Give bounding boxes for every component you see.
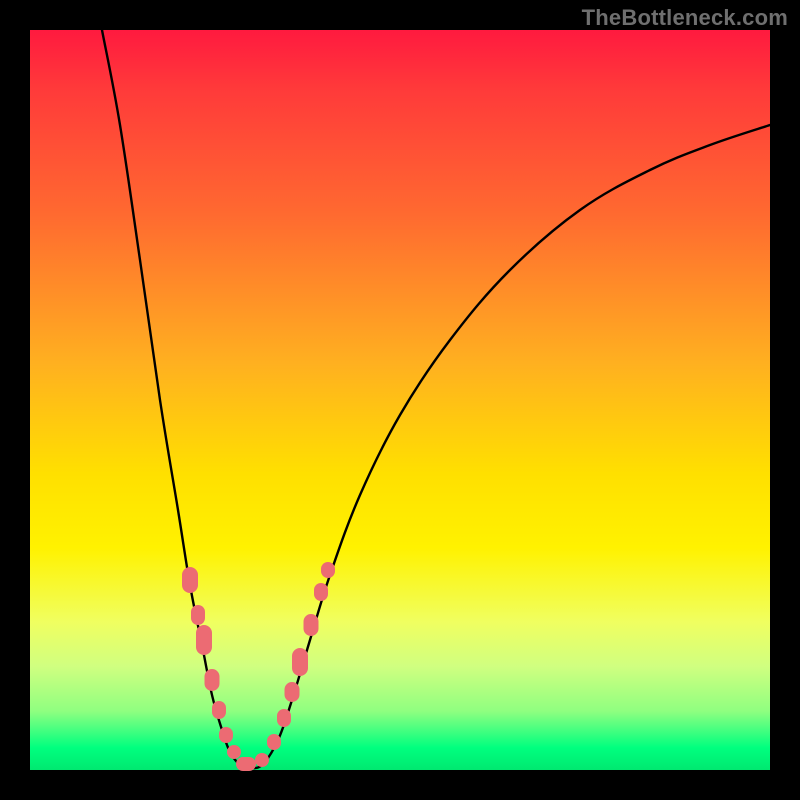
curve-marker: [314, 583, 328, 601]
curve-marker: [212, 701, 226, 719]
curve-marker: [205, 669, 220, 691]
curve-marker: [219, 727, 233, 743]
curve-marker: [277, 709, 291, 727]
curve-marker: [285, 682, 300, 702]
curve-marker: [236, 757, 256, 771]
curve-marker: [227, 745, 241, 759]
curve-marker: [182, 567, 198, 593]
curve-marker: [304, 614, 319, 636]
curve-marker: [321, 562, 335, 578]
curve-marker: [191, 605, 205, 625]
curve-marker: [255, 753, 269, 767]
curve-marker: [292, 648, 308, 676]
chart-frame: TheBottleneck.com: [0, 0, 800, 800]
chart-svg: [30, 30, 770, 770]
curve-left-branch: [102, 30, 248, 768]
curve-marker: [267, 734, 281, 750]
curve-right-branch: [248, 125, 770, 768]
watermark-text: TheBottleneck.com: [582, 5, 788, 31]
curve-marker: [196, 625, 212, 655]
